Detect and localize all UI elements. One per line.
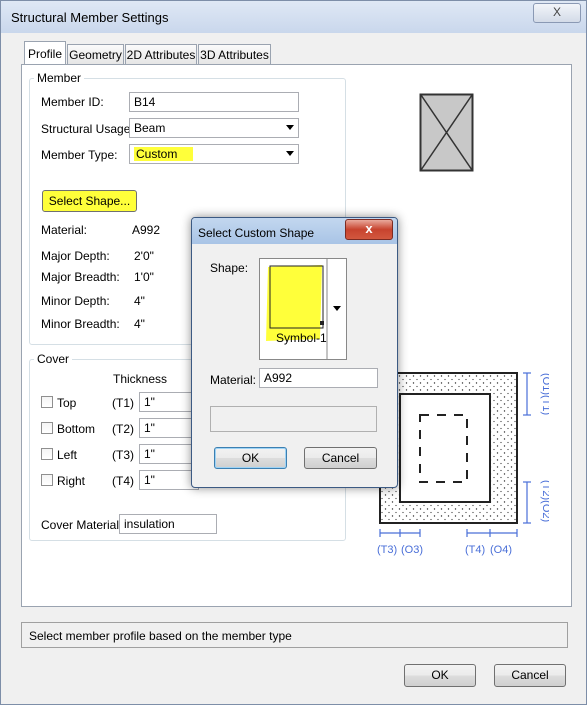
minor-depth-label: Minor Depth: — [41, 294, 110, 308]
dialog-preview-box — [210, 406, 377, 432]
right-thickness-field[interactable]: 1" — [139, 470, 199, 490]
left-checkbox[interactable] — [41, 448, 53, 460]
bottom-label: Bottom — [57, 422, 96, 436]
cover-material-label: Cover Material: — [41, 518, 123, 532]
status-text: Select member profile based on the membe… — [29, 629, 292, 643]
material-value: A992 — [132, 223, 161, 237]
structural-usage-label: Structural Usage: — [41, 122, 134, 136]
ok-button[interactable]: OK — [404, 664, 476, 687]
top-thickness-field[interactable]: 1" — [139, 392, 199, 412]
o4-dim-label: (O4) — [490, 544, 512, 556]
minor-depth-value: 4" — [134, 294, 145, 308]
dialog-title: Select Custom Shape — [198, 226, 315, 240]
minor-breadth-label: Minor Breadth: — [41, 317, 120, 331]
select-custom-shape-dialog: Select Custom Shape x Shape: Symbol-1 Ma… — [191, 217, 398, 488]
left-label: Left — [57, 448, 78, 462]
member-type-dropdown[interactable]: Custom — [129, 144, 299, 164]
window-close-button[interactable]: X — [533, 3, 581, 23]
dialog-material-field[interactable]: A992 — [259, 368, 378, 388]
bottom-thickness-field[interactable]: 1" — [139, 418, 199, 438]
shape-picker[interactable]: Symbol-1 — [259, 258, 347, 360]
shape-label: Shape: — [210, 261, 249, 275]
t3-dim-label: (T3) — [377, 544, 397, 556]
t2-label: (T2) — [112, 422, 134, 436]
right-label: Right — [57, 474, 86, 488]
window-title: Structural Member Settings — [11, 10, 169, 25]
shape-name: Symbol-1 — [276, 331, 327, 345]
member-type-value: Custom — [134, 147, 194, 161]
member-id-field[interactable]: B14 — [129, 92, 299, 112]
major-breadth-value: 1'0" — [134, 270, 154, 284]
cover-group-legend: Cover — [34, 352, 73, 366]
material-label: Material: — [41, 223, 88, 237]
tab-profile[interactable]: Profile — [24, 41, 66, 66]
dialog-cancel-button[interactable]: Cancel — [304, 447, 377, 469]
t3-label: (T3) — [112, 448, 134, 462]
cover-material-field[interactable]: insulation — [119, 514, 217, 534]
t1-label: (T1) — [112, 396, 134, 410]
tab-geometry[interactable]: Geometry — [67, 44, 124, 65]
cancel-button[interactable]: Cancel — [494, 664, 566, 687]
minor-breadth-value: 4" — [134, 317, 145, 331]
o3-dim-label: (O3) — [401, 544, 423, 556]
member-id-label: Member ID: — [41, 95, 104, 109]
member-type-label: Member Type: — [41, 148, 118, 162]
left-thickness-field[interactable]: 1" — [139, 444, 199, 464]
major-depth-label: Major Depth: — [41, 249, 110, 263]
o1-t1-label: (O1)(T1) — [540, 373, 549, 415]
right-checkbox[interactable] — [41, 474, 53, 486]
structural-usage-dropdown[interactable]: Beam — [129, 118, 299, 138]
select-shape-button[interactable]: Select Shape... — [42, 190, 137, 212]
dialog-close-button[interactable]: x — [345, 219, 393, 240]
major-depth-value: 2'0" — [134, 249, 154, 263]
t4-dim-label: (T4) — [465, 544, 485, 556]
top-label: Top — [57, 396, 77, 410]
profile-preview-icon — [419, 93, 474, 172]
dialog-ok-button[interactable]: OK — [214, 447, 287, 469]
title-bar: Structural Member Settings X — [1, 1, 586, 33]
chevron-down-icon — [286, 151, 294, 156]
tab-2d-attributes[interactable]: 2D Attributes — [125, 44, 197, 65]
dialog-material-label: Material: — [210, 373, 257, 387]
member-group-legend: Member — [34, 71, 85, 85]
t4-label: (T4) — [112, 474, 134, 488]
tab-3d-attributes[interactable]: 3D Attributes — [198, 44, 271, 65]
major-breadth-label: Major Breadth: — [41, 270, 120, 284]
status-bar: Select member profile based on the membe… — [21, 622, 568, 648]
cover-diagram: (O1)(T1) (T2)(O2) (T3) (O3) (T4) (O4) — [377, 372, 549, 556]
t2-o2-label: (T2)(O2) — [540, 480, 549, 522]
chevron-down-icon — [286, 125, 294, 130]
top-checkbox[interactable] — [41, 396, 53, 408]
dialog-title-bar: Select Custom Shape x — [192, 218, 397, 244]
thickness-header: Thickness — [113, 372, 168, 386]
bottom-checkbox[interactable] — [41, 422, 53, 434]
structural-usage-value: Beam — [134, 121, 166, 135]
